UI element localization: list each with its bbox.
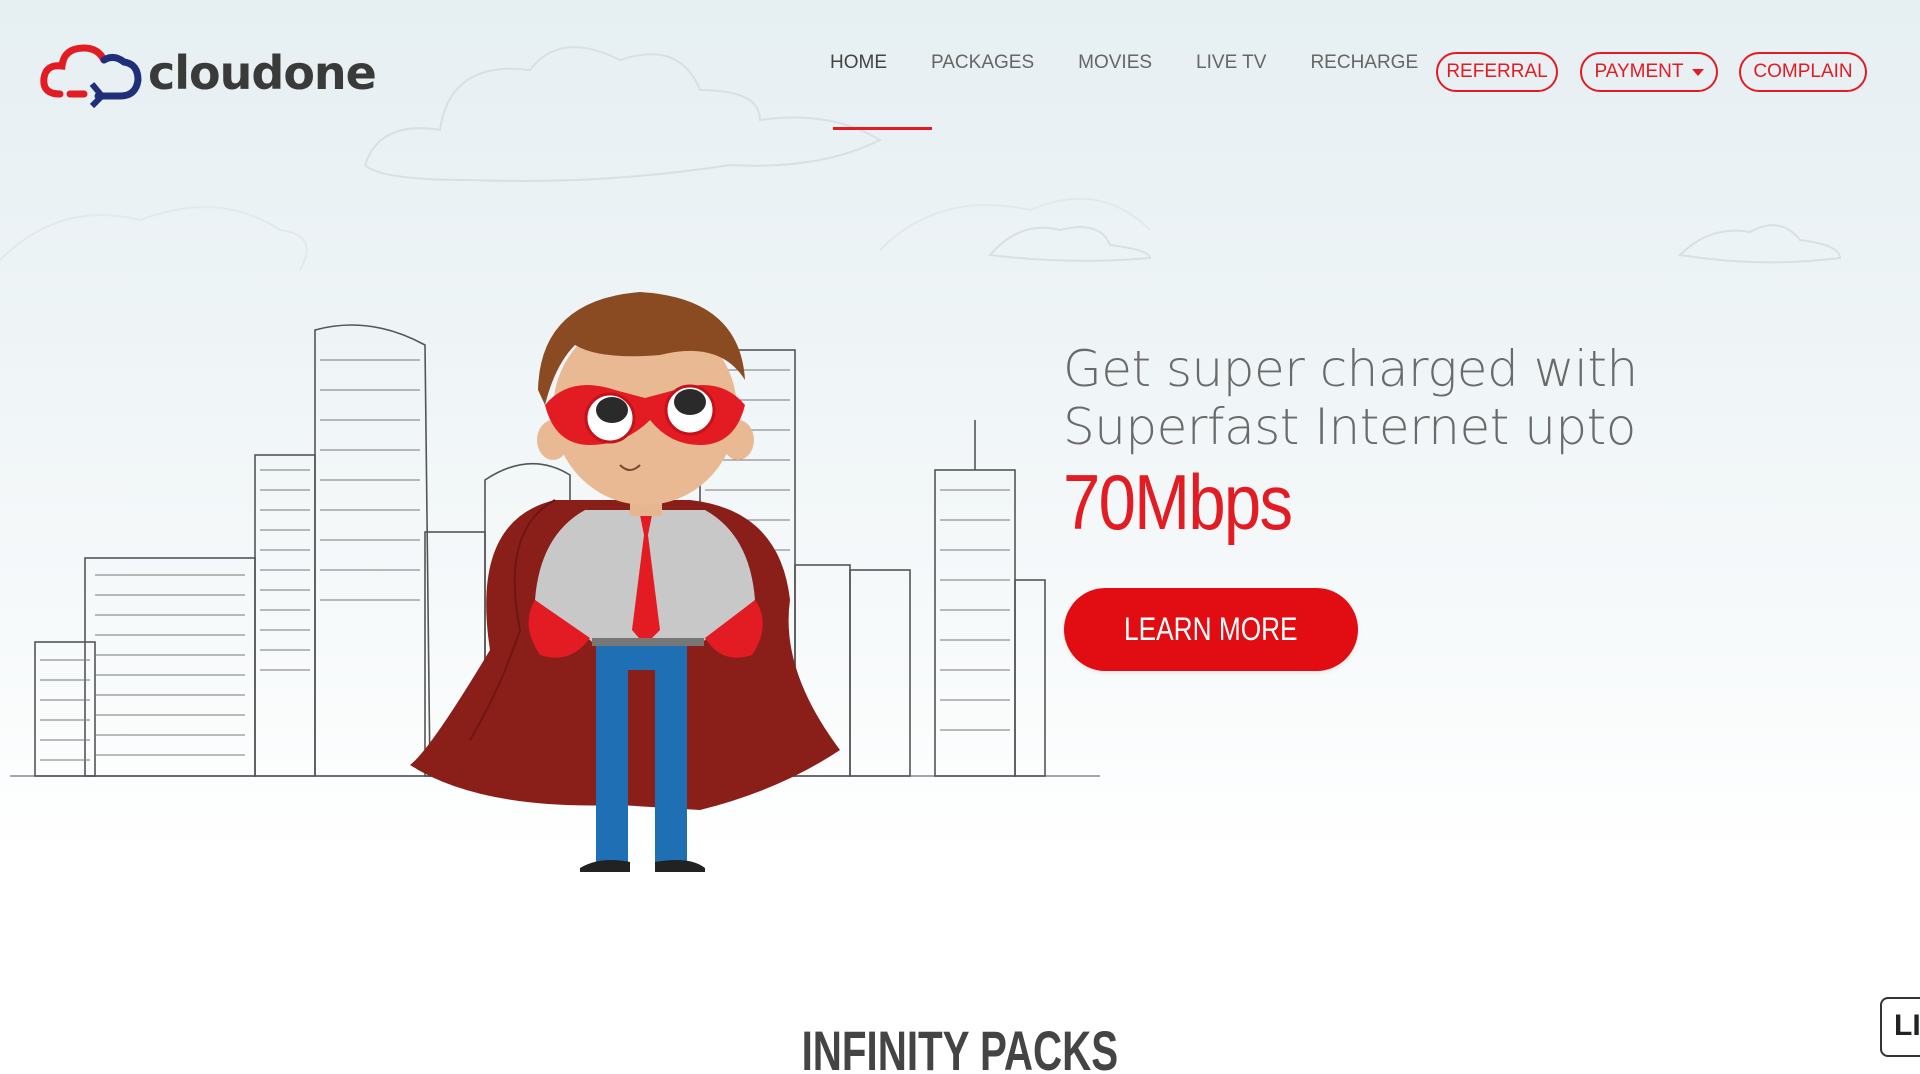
nav-live-tv[interactable]: LIVE TV [1196,52,1266,74]
nav-movies[interactable]: MOVIES [1078,52,1152,74]
hero-line-2: Superfast Internet upto [1063,398,1636,456]
brand-name: cloudone [148,46,377,100]
hero-speed: 70Mbps [1063,458,1293,546]
referral-button[interactable]: REFERRAL [1436,52,1558,92]
section-title-text: INFINITY PACKS [801,1019,1119,1074]
nav-recharge[interactable]: RECHARGE [1310,52,1418,74]
cloud-sketch-small-1 [988,226,1152,262]
brand-logo[interactable]: cloudone [40,38,377,108]
learn-more-button[interactable]: LEARN MORE [1064,588,1358,671]
referral-label: REFERRAL [1446,61,1548,82]
cloud-sketch-small-2 [1677,224,1842,264]
leg-left [596,646,628,866]
side-tab[interactable]: LI [1880,997,1920,1057]
cloud-icon [40,38,144,108]
learn-more-label: LEARN MORE [1124,611,1298,647]
cloud-sketch-faint [0,206,308,271]
superhero-city-illustration [10,292,1100,872]
hero-line-1: Get super charged with [1063,340,1638,398]
caret-down-icon [1691,68,1704,76]
page: cloudone HOME PACKAGES MOVIES LIVE TV RE… [0,0,1920,1074]
payment-label: PAYMENT [1594,61,1684,82]
active-nav-indicator [833,127,932,130]
nav-packages[interactable]: PACKAGES [931,52,1034,74]
main-nav: HOME PACKAGES MOVIES LIVE TV RECHARGE [830,52,1418,74]
complain-label: COMPLAIN [1753,61,1853,82]
side-tab-label: LI [1894,1009,1920,1042]
complain-button[interactable]: COMPLAIN [1739,52,1867,92]
payment-dropdown-button[interactable]: PAYMENT [1580,52,1718,92]
section-title: INFINITY PACKS [0,1018,1920,1074]
cloud-sketch-large [363,46,883,182]
superhero-character [410,292,840,872]
leg-right [655,646,687,866]
hero-headline: Get super charged with Superfast Interne… [1063,340,1763,548]
nav-home[interactable]: HOME [830,52,887,74]
